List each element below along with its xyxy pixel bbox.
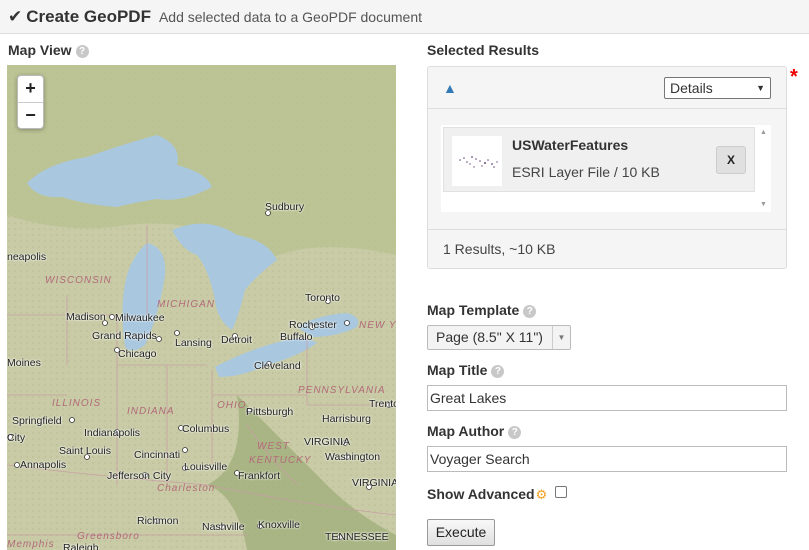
page-subtitle: Add selected data to a GeoPDF document [158,8,422,25]
map-label: Rochester [289,319,337,331]
execute-button[interactable]: Execute [427,519,495,546]
show-advanced-checkbox[interactable] [555,486,567,498]
map-label: Saint Louis [59,445,111,457]
help-icon[interactable]: ? [508,426,522,439]
map-author-label: Map Author? [427,423,522,439]
map-label: Cincinnati [134,449,181,461]
map-label: Annapolis [20,459,67,471]
map-label: Sudbury [265,201,305,213]
map-label: Lansing [175,337,212,349]
map-title-input[interactable]: Great Lakes [427,385,787,411]
map-label: Memphis [7,539,55,550]
caret-down-icon: ▼ [552,326,570,349]
map-template-select[interactable]: Page (8.5" X 11") ▼ [427,325,571,350]
map-label: Greensboro [77,531,140,542]
map-label: Toronto [305,292,341,304]
view-mode-value: Details [670,80,713,96]
map-template-label: Map Template? [427,302,537,318]
map-label: TENNESSEE [325,531,389,543]
result-name[interactable]: USWaterFeatures [512,137,628,153]
map-label: Moines [7,357,41,369]
checkmark-icon: ✔ [8,6,23,26]
map-label: KENTUCKY [249,455,312,466]
map-label: Madison [66,311,106,323]
scroll-down-icon[interactable]: ▼ [760,201,767,208]
help-icon[interactable]: ? [491,365,505,378]
show-advanced-label: Show Advanced⚙ [427,486,548,502]
map-label: Springfield [12,415,62,427]
page-title: Create GeoPDF [26,6,151,26]
map-template-value: Page (8.5" X 11") [436,329,543,345]
map-author-input[interactable]: Voyager Search [427,446,787,472]
map-label: Nashville [202,521,245,533]
map-label: Jefferson City [107,470,171,482]
results-summary: 1 Results, ~10 KB [428,229,786,269]
required-marker: * [790,66,798,88]
map-label: Richmon [137,515,179,527]
map-label: Louisville [184,461,228,473]
map-label: VIRGINIA [352,477,396,489]
map-label: Detroit [221,334,252,346]
zoom-out-button[interactable]: − [18,102,43,128]
map-label: Trento [369,398,396,410]
map-label: Frankfort [238,470,281,482]
header-bar: ✔ Create GeoPDF Add selected data to a G… [0,0,809,34]
water-features-thumbnail-icon [459,156,498,168]
scroll-up-icon[interactable]: ▲ [760,129,767,136]
map-label: Indianapolis [84,427,141,439]
map-title-label: Map Title? [427,362,505,378]
map-view-label: Map View? [8,42,89,58]
chevron-up-icon[interactable]: ▲ [443,80,457,96]
map-label: Milwaukee [115,312,165,324]
help-icon[interactable]: ? [75,45,89,58]
layer-thumbnail [452,136,502,186]
map-label: MICHIGAN [157,299,215,310]
panel-header: ▲ Details ▼ [428,67,786,109]
map-label: Cleveland [254,360,301,372]
caret-down-icon: ▼ [756,83,765,93]
selected-results-label: Selected Results [427,42,540,58]
map-label: Raleigh [63,542,99,550]
map-label: Harrisburg [322,413,372,425]
help-icon[interactable]: ? [523,305,537,318]
map-label: Washington [325,451,381,463]
map-label: INDIANA [127,406,175,417]
remove-result-button[interactable]: X [716,146,746,174]
map-label: WISCONSIN [45,275,112,286]
list-item[interactable]: USWaterFeatures ESRI Layer File / 10 KB … [443,127,755,192]
zoom-in-button[interactable]: + [18,76,43,102]
selected-results-panel: ▲ Details ▼ USWaterFeatures ESRI Layer Fi… [427,66,787,269]
map-label: Columbus [182,423,230,435]
map-label: Knoxville [258,519,301,531]
map-label: City [7,432,26,444]
result-meta: ESRI Layer File / 10 KB [512,164,660,180]
map-view[interactable]: + − Sudbury neapolis WISCONSIN MICHIGAN … [7,65,396,550]
map-label: Chicago [118,348,157,360]
map-label: neapolis [7,251,47,263]
map-label: Grand Rapids [92,330,157,342]
map-label: ILLINOIS [52,398,102,409]
map-label: NEW YO [359,320,396,331]
map-label: VIRGINIA [304,436,351,448]
view-mode-select[interactable]: Details ▼ [664,77,771,99]
results-list[interactable]: USWaterFeatures ESRI Layer File / 10 KB … [441,125,771,212]
gear-icon[interactable]: ⚙ [536,487,548,502]
map-label: WEST [257,441,290,452]
zoom-control: + − [17,75,44,129]
map-label: PENNSYLVANIA [298,385,386,396]
map-label: Charleston [157,483,216,494]
map-label: OHIO [217,400,247,411]
map-label: Buffalo [280,331,313,343]
map-label: Pittsburgh [246,406,294,418]
scrollbar[interactable]: ▲ ▼ [757,125,771,212]
